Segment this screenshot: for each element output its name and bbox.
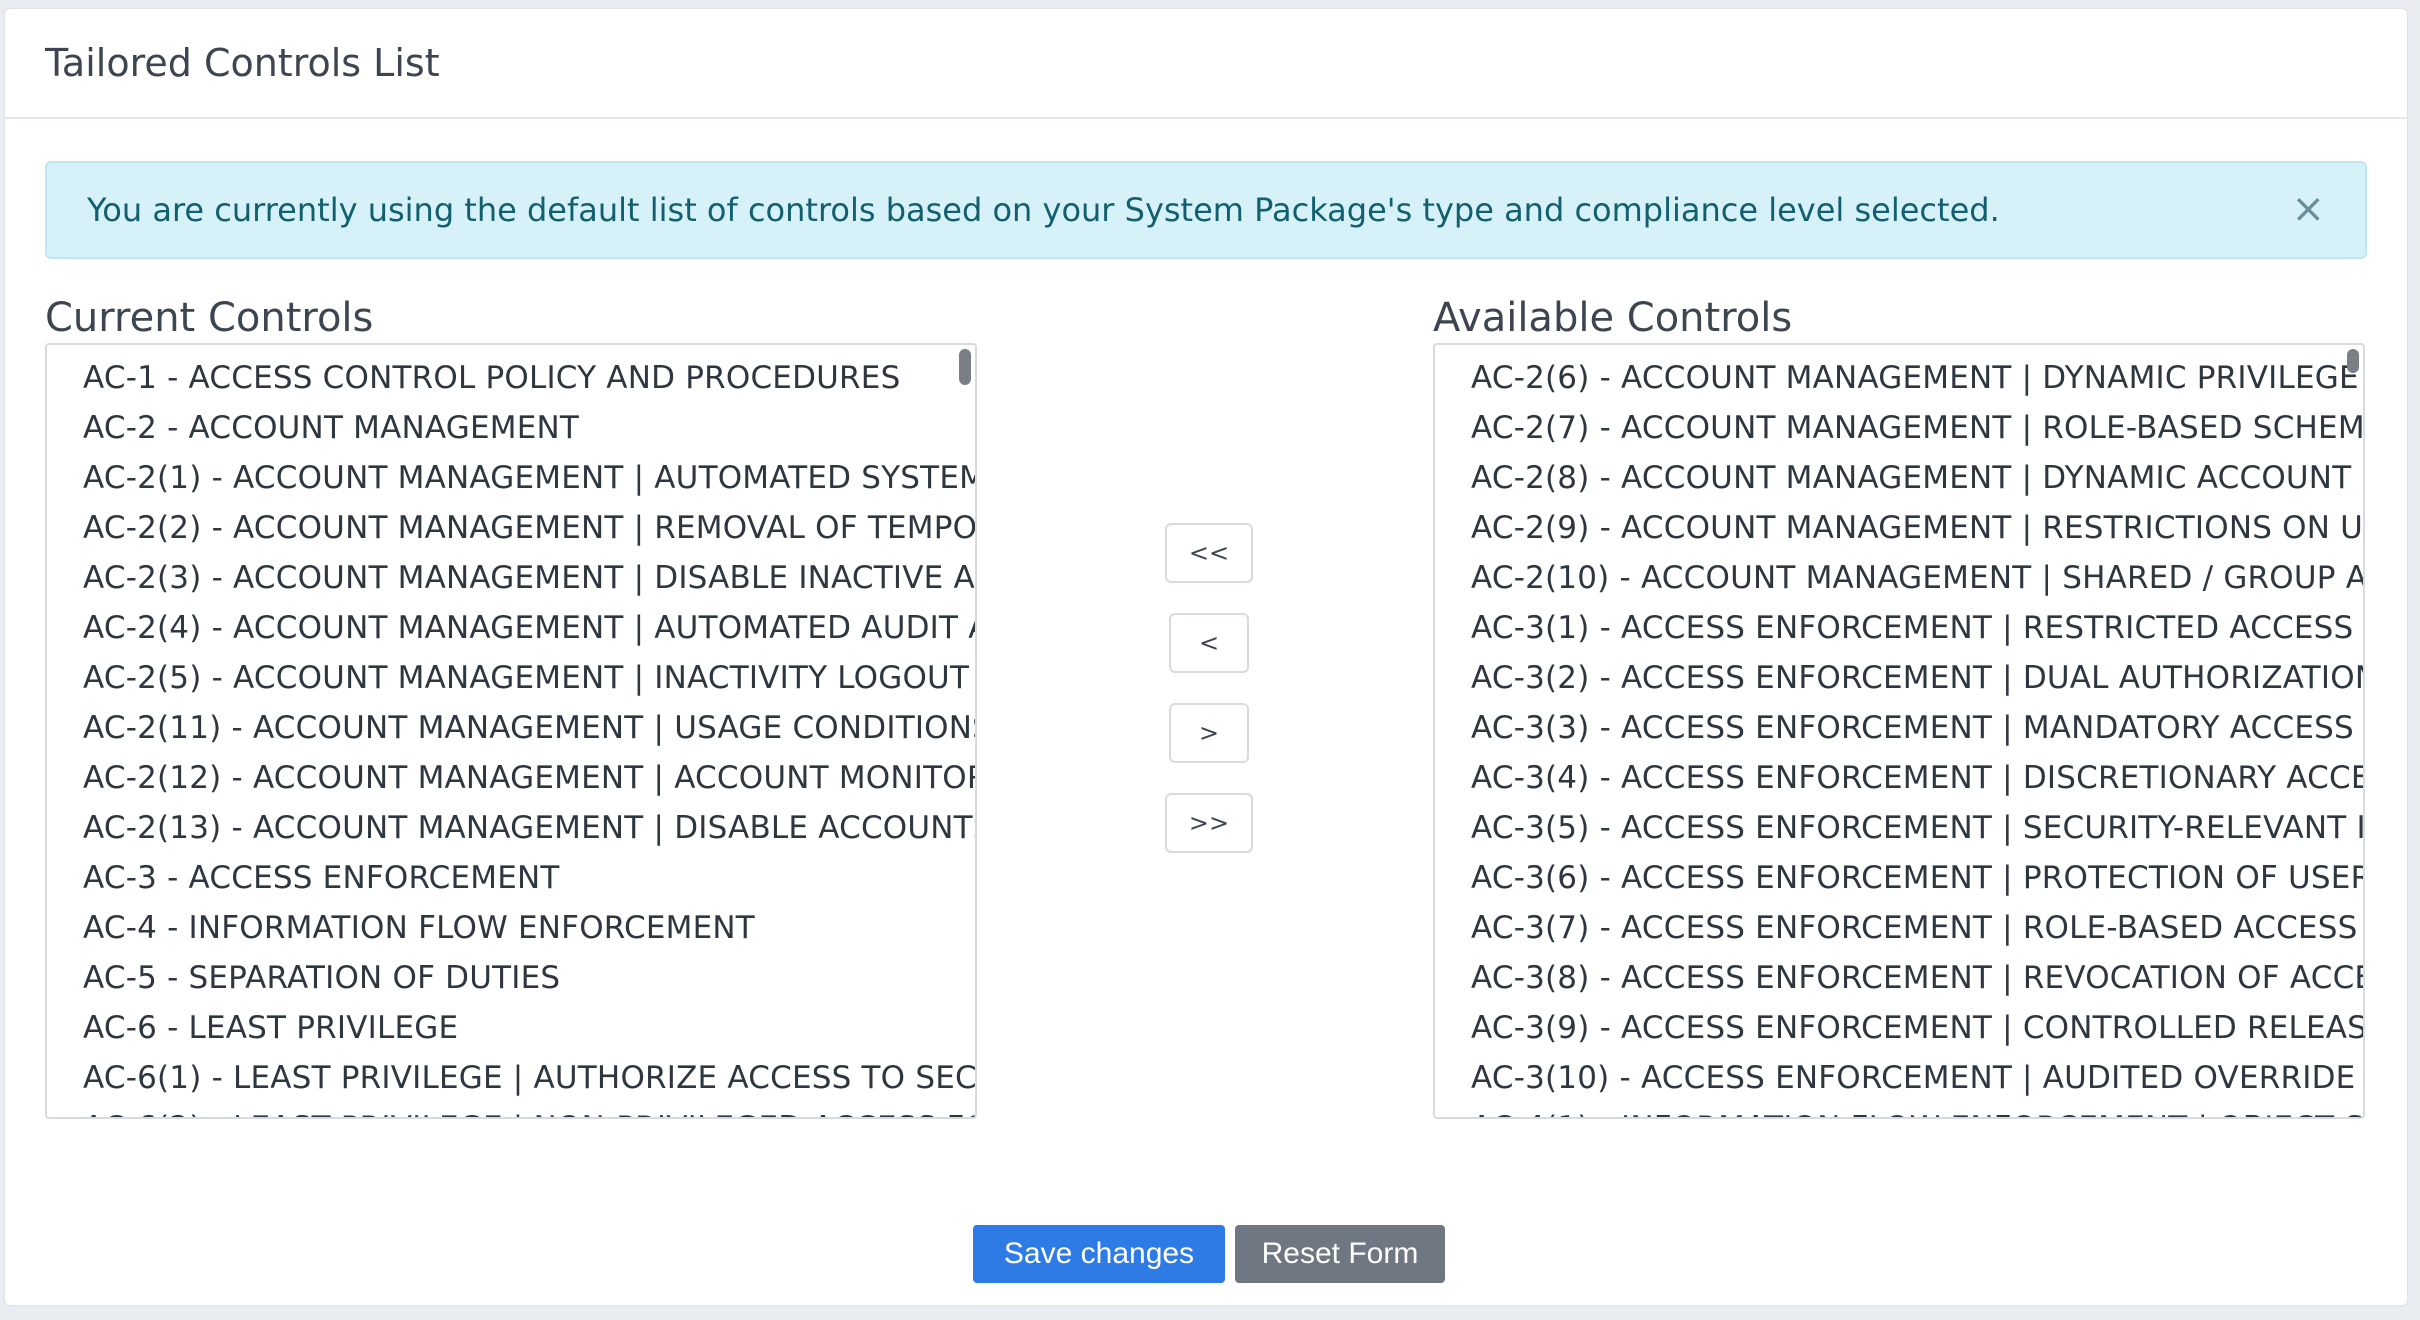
list-item[interactable]: AC-6(2) - LEAST PRIVILEGE | NON-PRIVILEG… [83,1103,975,1117]
list-item[interactable]: AC-1 - ACCESS CONTROL POLICY AND PROCEDU… [83,353,975,403]
list-item[interactable]: AC-2(13) - ACCOUNT MANAGEMENT | DISABLE … [83,803,975,853]
list-item[interactable]: AC-2(9) - ACCOUNT MANAGEMENT | RESTRICTI… [1471,503,2363,553]
list-item[interactable]: AC-3(9) - ACCESS ENFORCEMENT | CONTROLLE… [1471,1003,2363,1053]
list-item[interactable]: AC-3(8) - ACCESS ENFORCEMENT | REVOCATIO… [1471,953,2363,1003]
save-changes-button[interactable]: Save changes [973,1225,1225,1283]
card-header: Tailored Controls List [5,9,2407,119]
list-item[interactable]: AC-3(6) - ACCESS ENFORCEMENT | PROTECTIO… [1471,853,2363,903]
tailored-controls-card: Tailored Controls List You are currently… [4,8,2408,1306]
move-all-right-button[interactable]: >> [1165,793,1253,853]
list-item[interactable]: AC-6(1) - LEAST PRIVILEGE | AUTHORIZE AC… [83,1053,975,1103]
close-icon[interactable]: × [2291,189,2325,229]
list-item[interactable]: AC-3(4) - ACCESS ENFORCEMENT | DISCRETIO… [1471,753,2363,803]
current-list-scrollbar[interactable] [959,349,971,385]
reset-form-button[interactable]: Reset Form [1235,1225,1445,1283]
list-item[interactable]: AC-2(8) - ACCOUNT MANAGEMENT | DYNAMIC A… [1471,453,2363,503]
available-controls-title: Available Controls [1433,295,1793,341]
available-controls-items: AC-2(6) - ACCOUNT MANAGEMENT | DYNAMIC P… [1435,345,2363,1117]
list-item[interactable]: AC-3(5) - ACCESS ENFORCEMENT | SECURITY-… [1471,803,2363,853]
move-right-button[interactable]: > [1169,703,1249,763]
list-item[interactable]: AC-3(10) - ACCESS ENFORCEMENT | AUDITED … [1471,1053,2363,1103]
list-item[interactable]: AC-6 - LEAST PRIVILEGE [83,1003,975,1053]
list-item[interactable]: AC-3 - ACCESS ENFORCEMENT [83,853,975,903]
available-list-scrollbar[interactable] [2347,349,2359,373]
move-left-button[interactable]: < [1169,613,1249,673]
available-controls-list[interactable]: AC-2(6) - ACCOUNT MANAGEMENT | DYNAMIC P… [1433,343,2365,1119]
list-item[interactable]: AC-4 - INFORMATION FLOW ENFORCEMENT [83,903,975,953]
list-item[interactable]: AC-2(2) - ACCOUNT MANAGEMENT | REMOVAL O… [83,503,975,553]
info-alert: You are currently using the default list… [45,161,2367,259]
list-item[interactable]: AC-2(12) - ACCOUNT MANAGEMENT | ACCOUNT … [83,753,975,803]
current-controls-items: AC-1 - ACCESS CONTROL POLICY AND PROCEDU… [47,345,975,1117]
alert-message: You are currently using the default list… [87,191,2000,229]
list-item[interactable]: AC-2(7) - ACCOUNT MANAGEMENT | ROLE-BASE… [1471,403,2363,453]
current-controls-list[interactable]: AC-1 - ACCESS CONTROL POLICY AND PROCEDU… [45,343,977,1119]
page-title: Tailored Controls List [45,41,440,85]
list-item[interactable]: AC-2(10) - ACCOUNT MANAGEMENT | SHARED /… [1471,553,2363,603]
list-item[interactable]: AC-3(3) - ACCESS ENFORCEMENT | MANDATORY… [1471,703,2363,753]
list-item[interactable]: AC-2(3) - ACCOUNT MANAGEMENT | DISABLE I… [83,553,975,603]
list-item[interactable]: AC-2(11) - ACCOUNT MANAGEMENT | USAGE CO… [83,703,975,753]
list-item[interactable]: AC-3(2) - ACCESS ENFORCEMENT | DUAL AUTH… [1471,653,2363,703]
current-controls-title: Current Controls [45,295,374,341]
list-item[interactable]: AC-2(4) - ACCOUNT MANAGEMENT | AUTOMATED… [83,603,975,653]
list-item[interactable]: AC-2(1) - ACCOUNT MANAGEMENT | AUTOMATED… [83,453,975,503]
move-all-left-button[interactable]: << [1165,523,1253,583]
list-item[interactable]: AC-2(6) - ACCOUNT MANAGEMENT | DYNAMIC P… [1471,353,2363,403]
list-item[interactable]: AC-2(5) - ACCOUNT MANAGEMENT | INACTIVIT… [83,653,975,703]
list-item[interactable]: AC-5 - SEPARATION OF DUTIES [83,953,975,1003]
list-item[interactable]: AC-3(1) - ACCESS ENFORCEMENT | RESTRICTE… [1471,603,2363,653]
list-item[interactable]: AC-4(1) - INFORMATION FLOW ENFORCEMENT |… [1471,1103,2363,1117]
list-item[interactable]: AC-3(7) - ACCESS ENFORCEMENT | ROLE-BASE… [1471,903,2363,953]
list-item[interactable]: AC-2 - ACCOUNT MANAGEMENT [83,403,975,453]
